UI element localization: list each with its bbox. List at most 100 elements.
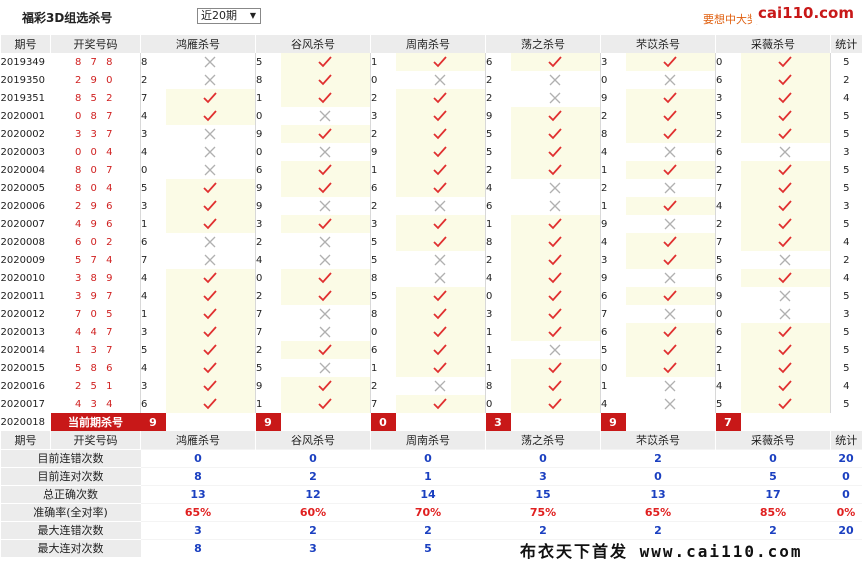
- kill-number-cell: 5: [715, 395, 741, 413]
- kill-number-cell: 5: [370, 251, 396, 269]
- cross-icon: [395, 197, 486, 215]
- check-icon: [165, 107, 256, 125]
- cross-icon: [165, 251, 256, 269]
- issue-cell: 2020010: [0, 272, 46, 284]
- table-row: 2019350 2 9 0 2 8 0 2 0 6 2: [1, 71, 862, 89]
- issue-cell: 2020016: [0, 380, 46, 392]
- kill-number-cell: 7: [140, 251, 166, 269]
- column-header-total: 统计: [830, 35, 862, 53]
- kill-number-cell: 4: [140, 143, 166, 161]
- kill-number-cell: 4: [600, 233, 626, 251]
- stats-value: 2: [600, 448, 716, 467]
- stats-value: 3: [255, 538, 371, 557]
- check-icon: [740, 233, 831, 251]
- check-icon: [510, 377, 601, 395]
- kill-number-cell: 7: [715, 233, 741, 251]
- column-header-method: 荡之杀号: [485, 431, 601, 449]
- cross-icon: [740, 305, 831, 323]
- issue-cell: 2020011: [0, 290, 46, 302]
- check-icon: [625, 251, 716, 269]
- check-icon: [280, 341, 371, 359]
- kill-number-cell: 2: [255, 233, 281, 251]
- check-icon: [625, 107, 716, 125]
- current-kill-spacer: [741, 413, 831, 431]
- kill-number-cell: 9: [255, 179, 281, 197]
- kill-number-cell: 6: [255, 161, 281, 179]
- kill-number-cell: 5: [255, 359, 281, 377]
- kill-number-cell: 4: [140, 269, 166, 287]
- kill-number-cell: 1: [255, 395, 281, 413]
- cross-icon: [165, 233, 256, 251]
- stats-row: 最大连错次数 3 2 2 2 2 2 20: [0, 520, 862, 539]
- check-icon: [625, 323, 716, 341]
- draw-numbers-cell: 4 3 4: [75, 398, 116, 410]
- period-select[interactable]: 近20期 ▼: [197, 8, 261, 24]
- total-cell: 5: [830, 359, 862, 377]
- check-icon: [740, 359, 831, 377]
- kill-number-cell: 4: [715, 197, 741, 215]
- stats-row: 目前连错次数 0 0 0 0 2 0 20: [0, 448, 862, 467]
- check-icon: [395, 359, 486, 377]
- total-cell: 5: [830, 323, 862, 341]
- total-cell: 2: [830, 251, 862, 269]
- kill-number-cell: 3: [140, 377, 166, 395]
- issue-cell: 2020007: [0, 218, 46, 230]
- check-icon: [280, 215, 371, 233]
- current-kill-label: 当前期杀号: [50, 413, 141, 431]
- current-kill-spacer: [166, 413, 256, 431]
- check-icon: [625, 341, 716, 359]
- kill-number-cell: 6: [485, 53, 511, 71]
- column-header-numbers: 开奖号码: [50, 35, 141, 53]
- stats-value: 2: [600, 520, 716, 539]
- check-icon: [165, 179, 256, 197]
- current-kill-spacer: [626, 413, 716, 431]
- kill-number-cell: 8: [255, 71, 281, 89]
- check-icon: [280, 377, 371, 395]
- stats-total: 20: [830, 520, 862, 539]
- draw-numbers-cell: 0 8 7: [75, 110, 116, 122]
- issue-cell: 2020008: [0, 236, 46, 248]
- table-header-row: 期号 开奖号码 鸿雁杀号 谷风杀号 周南杀号 荡之杀号 芣苡杀号 采薇杀号 统计: [0, 35, 862, 53]
- table-row: 2020006 2 9 6 3 9 2 6 1 4 3: [1, 197, 862, 215]
- draw-numbers-cell: 2 9 0: [75, 74, 116, 86]
- check-icon: [510, 269, 601, 287]
- stats-value: 2: [715, 520, 831, 539]
- total-cell: 5: [830, 107, 862, 125]
- check-icon: [165, 377, 256, 395]
- cross-icon: [395, 377, 486, 395]
- kill-number-cell: 6: [715, 269, 741, 287]
- table-row: 2020007 4 9 6 1 3 3 1 9 2 5: [1, 215, 862, 233]
- kill-number-cell: 2: [715, 341, 741, 359]
- issue-cell: 2020001: [0, 110, 46, 122]
- draw-numbers-cell: 0 0 4: [75, 146, 116, 158]
- kill-number-cell: 3: [140, 323, 166, 341]
- check-icon: [740, 215, 831, 233]
- draw-numbers-cell: 4 4 7: [75, 326, 116, 338]
- draw-numbers-cell: 8 7 8: [75, 56, 116, 68]
- draw-numbers-cell: 1 3 7: [75, 344, 116, 356]
- total-cell: 3: [830, 305, 862, 323]
- total-cell: 5: [830, 287, 862, 305]
- kill-number-cell: 5: [140, 179, 166, 197]
- kill-number-cell: 9: [255, 197, 281, 215]
- total-cell: 4: [830, 269, 862, 287]
- kill-number-cell: 5: [485, 125, 511, 143]
- kill-number-cell: 2: [370, 89, 396, 107]
- stats-value: 0: [600, 466, 716, 485]
- check-icon: [165, 287, 256, 305]
- issue-cell: 2020012: [0, 308, 46, 320]
- current-kill-value: 9: [600, 413, 626, 431]
- kill-number-cell: 7: [255, 323, 281, 341]
- kill-number-cell: 3: [600, 53, 626, 71]
- kill-number-cell: 8: [370, 269, 396, 287]
- site-logo[interactable]: cai110.com: [752, 2, 863, 24]
- check-icon: [740, 89, 831, 107]
- kill-number-cell: 9: [370, 143, 396, 161]
- cross-icon: [280, 251, 371, 269]
- stats-value: 0: [370, 448, 486, 467]
- cross-icon: [395, 251, 486, 269]
- check-icon: [510, 395, 601, 413]
- current-total-cell: [831, 413, 862, 431]
- kill-number-cell: 6: [600, 287, 626, 305]
- kill-number-cell: 0: [600, 359, 626, 377]
